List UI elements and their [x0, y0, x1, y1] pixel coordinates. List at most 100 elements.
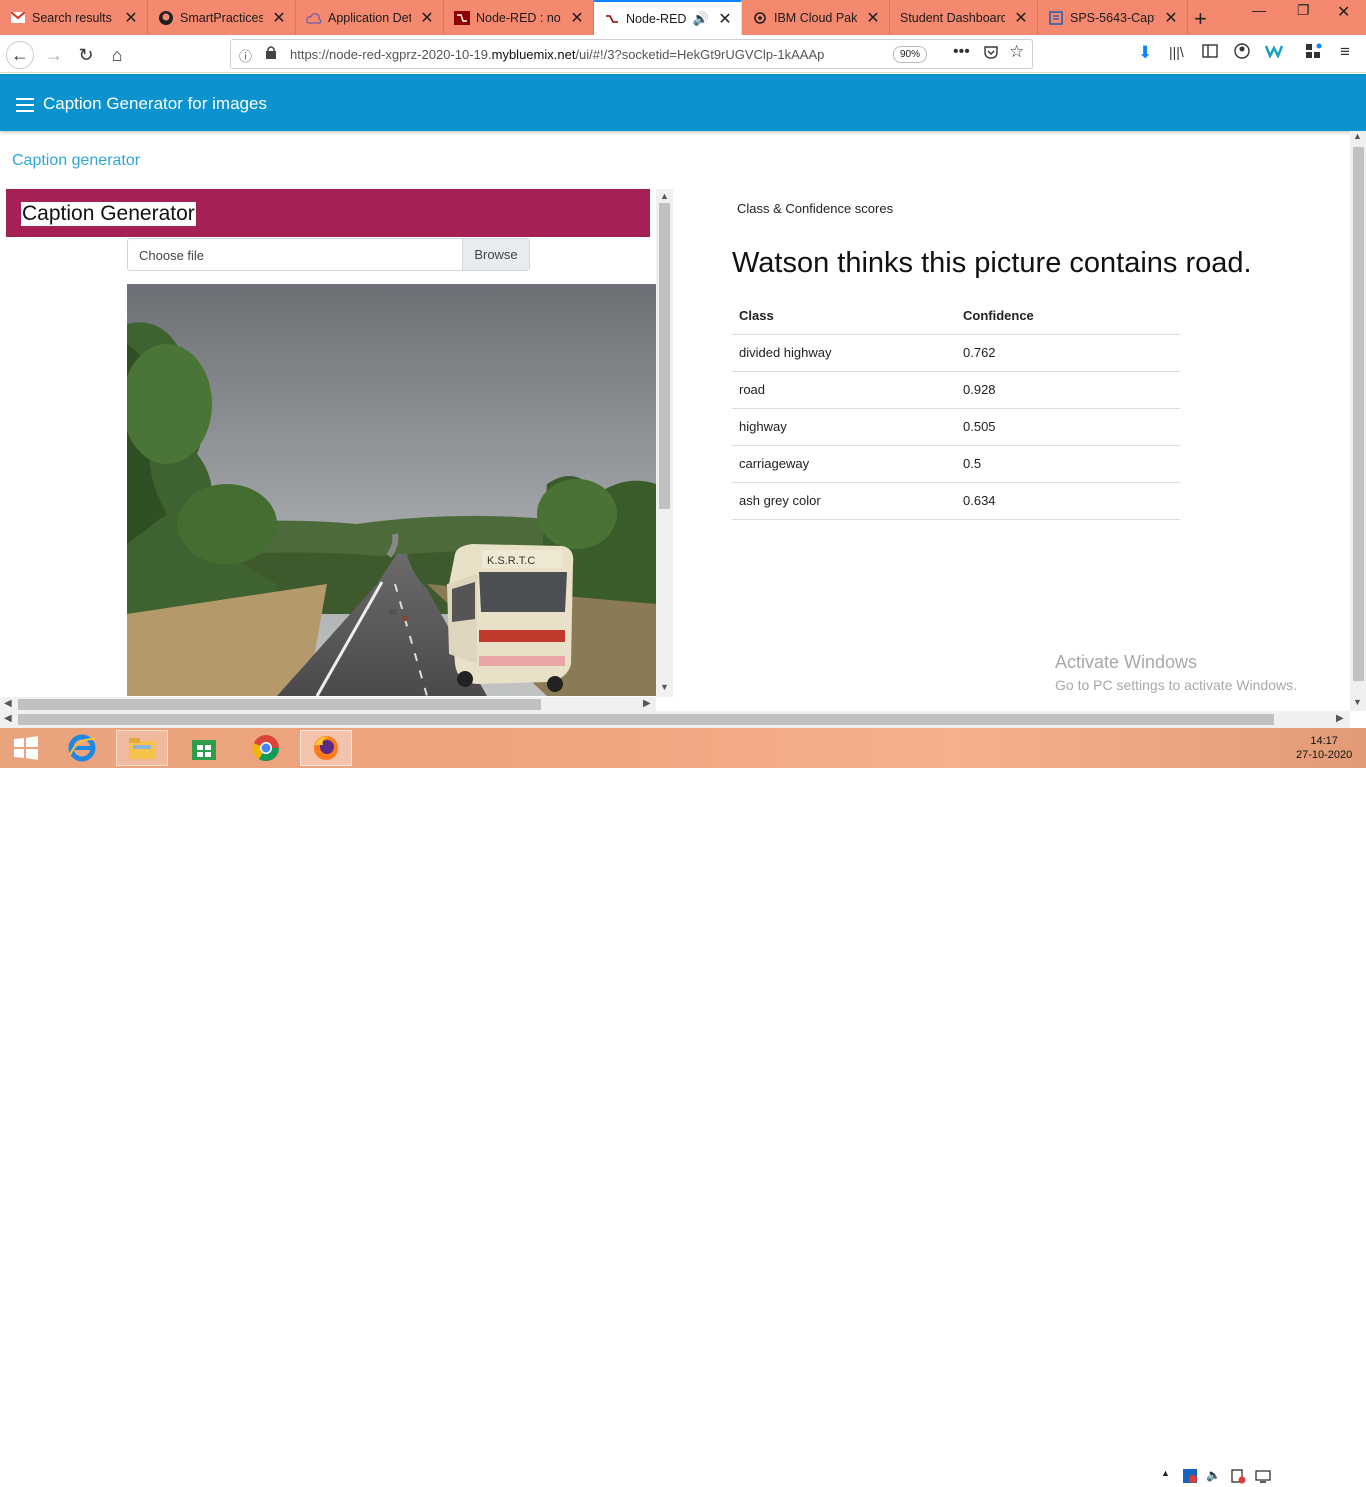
network-icon[interactable]	[1255, 1468, 1271, 1487]
gmail-icon	[10, 10, 26, 26]
confidence-cell: 0.928	[956, 371, 1180, 409]
tab-ibm-cloud-pak[interactable]: IBM Cloud Pak f ✕	[742, 0, 890, 35]
scroll-thumb[interactable]	[659, 203, 670, 509]
close-icon[interactable]: ✕	[1163, 8, 1179, 28]
forward-button[interactable]: →	[40, 41, 68, 69]
reload-icon: ↻	[78, 44, 94, 65]
firefox-icon[interactable]	[300, 730, 352, 766]
security-icon[interactable]	[1182, 1468, 1198, 1487]
confidence-cell: 0.5	[956, 445, 1180, 483]
tab-label: Application Deta	[328, 10, 411, 25]
back-button[interactable]: ←	[6, 41, 34, 69]
sidebar-icon[interactable]	[1202, 44, 1218, 63]
extension-icon[interactable]	[1264, 44, 1284, 63]
file-input[interactable]: Choose file Browse	[127, 238, 530, 271]
scroll-thumb[interactable]	[1353, 147, 1364, 681]
watermark-subtitle: Go to PC settings to activate Windows.	[1055, 677, 1297, 693]
home-button[interactable]: ⌂	[103, 41, 131, 69]
volume-icon[interactable]: 🔈	[1206, 1468, 1221, 1482]
star-icon[interactable]: ☆	[1009, 42, 1024, 62]
table-row: road 0.928	[732, 371, 1180, 409]
nav-bar: ← → ↻ ⌂ ⓘ https://node-red-xgprz-2020-10…	[0, 35, 1366, 73]
tab-label: SPS-5643-Captio	[1070, 10, 1155, 25]
scroll-thumb[interactable]	[18, 714, 1274, 725]
close-icon[interactable]: ✕	[419, 8, 435, 28]
watermark-title: Activate Windows	[1055, 652, 1198, 672]
system-clock[interactable]: 14:17 27-10-2020	[1296, 734, 1352, 762]
action-center-icon[interactable]	[1230, 1468, 1246, 1487]
tab-node-red-dashboard[interactable]: Node-RED Da 🔊 ✕	[594, 0, 742, 35]
tab-student-dashboard[interactable]: Student Dashboard ✕	[890, 0, 1038, 35]
file-explorer-icon[interactable]	[116, 730, 168, 766]
scroll-up-icon[interactable]: ▲	[1353, 131, 1362, 141]
close-icon[interactable]: ✕	[865, 8, 881, 28]
cloud-icon	[306, 10, 322, 26]
page-title-link[interactable]: Caption generator	[12, 152, 140, 170]
page-scrollbar-horizontal[interactable]: ◀ ▶	[0, 711, 1350, 728]
tab-smartpractices[interactable]: SmartPracticesch ✕	[148, 0, 296, 35]
card-title: Class & Confidence scores	[737, 201, 894, 216]
minimize-icon[interactable]: —	[1252, 2, 1266, 18]
tab-bar: Search results - n ✕ SmartPracticesch ✕ …	[0, 0, 1366, 35]
reload-button[interactable]: ↻	[72, 41, 100, 69]
browse-button[interactable]: Browse	[462, 239, 529, 270]
library-icon[interactable]: |||\	[1169, 44, 1184, 60]
close-icon[interactable]: ✕	[123, 8, 139, 28]
account-icon[interactable]	[1234, 43, 1250, 64]
column-header-class: Class	[732, 298, 956, 335]
tab-application-details[interactable]: Application Deta ✕	[296, 0, 444, 35]
close-icon[interactable]: ✕	[717, 9, 733, 29]
clock-time: 14:17	[1310, 735, 1338, 747]
app-header: Caption Generator for images	[0, 74, 1366, 131]
zoom-level[interactable]: 90%	[893, 46, 927, 63]
speaker-icon[interactable]: 🔊	[693, 11, 709, 27]
close-window-icon[interactable]: ✕	[1337, 2, 1350, 22]
scroll-left-icon[interactable]: ◀	[4, 713, 12, 724]
scroll-down-icon[interactable]: ▼	[660, 682, 669, 692]
class-cell: divided highway	[732, 334, 956, 372]
table-row: divided highway 0.762	[732, 334, 1180, 372]
url-bar[interactable]: ⓘ https://node-red-xgprz-2020-10-19.mybl…	[230, 39, 1033, 69]
table-row: carriageway 0.5	[732, 445, 1180, 483]
scroll-down-icon[interactable]: ▼	[1353, 697, 1362, 707]
file-placeholder: Choose file	[139, 248, 205, 263]
restore-icon[interactable]: ❐	[1297, 2, 1310, 19]
tab-label: IBM Cloud Pak f	[774, 10, 857, 25]
taskbar: ▲ 🔈	[0, 728, 1366, 1484]
scroll-left-icon[interactable]: ◀	[4, 698, 12, 709]
pocket-icon[interactable]	[983, 44, 999, 65]
svg-text:K.S.R.T.C: K.S.R.T.C	[487, 555, 535, 567]
confidence-cell: 0.505	[956, 408, 1180, 446]
app-title: Caption Generator for images	[43, 94, 267, 113]
menu-icon[interactable]: ≡	[1340, 42, 1350, 62]
hamburger-icon[interactable]	[16, 98, 34, 116]
image-panel-scrollbar-horizontal[interactable]: ◀ ▶	[0, 697, 656, 712]
class-cell: highway	[732, 408, 956, 446]
download-icon[interactable]: ⬇	[1138, 43, 1152, 63]
lock-icon	[265, 45, 277, 64]
extensions-grid-icon[interactable]	[1305, 43, 1323, 64]
new-tab-button[interactable]: +	[1194, 6, 1207, 32]
close-icon[interactable]: ✕	[271, 8, 287, 28]
show-hidden-icons[interactable]: ▲	[1161, 1468, 1170, 1478]
info-icon[interactable]: ⓘ	[239, 46, 252, 65]
store-icon[interactable]	[178, 730, 230, 766]
tab-search-results[interactable]: Search results - n ✕	[0, 0, 148, 35]
more-icon[interactable]: •••	[953, 43, 970, 61]
page-scrollbar-vertical[interactable]: ▲ ▼	[1350, 131, 1366, 711]
scroll-right-icon[interactable]: ▶	[1336, 713, 1344, 724]
confidence-cell: 0.762	[956, 334, 1180, 372]
doc-icon	[1048, 10, 1064, 26]
close-icon[interactable]: ✕	[569, 8, 585, 28]
internet-explorer-icon[interactable]	[56, 730, 108, 766]
windows-start-icon[interactable]	[0, 730, 52, 766]
image-panel-scrollbar-vertical[interactable]: ▲ ▼	[656, 189, 673, 697]
tab-node-red-editor[interactable]: Node-RED : nod ✕	[444, 0, 594, 35]
scroll-right-icon[interactable]: ▶	[643, 698, 651, 709]
tab-sps-caption[interactable]: SPS-5643-Captio ✕	[1038, 0, 1188, 35]
close-icon[interactable]: ✕	[1013, 8, 1029, 28]
class-cell: ash grey color	[732, 482, 956, 520]
scroll-up-icon[interactable]: ▲	[660, 191, 669, 201]
chrome-icon[interactable]	[240, 730, 292, 766]
scroll-thumb[interactable]	[18, 699, 541, 710]
